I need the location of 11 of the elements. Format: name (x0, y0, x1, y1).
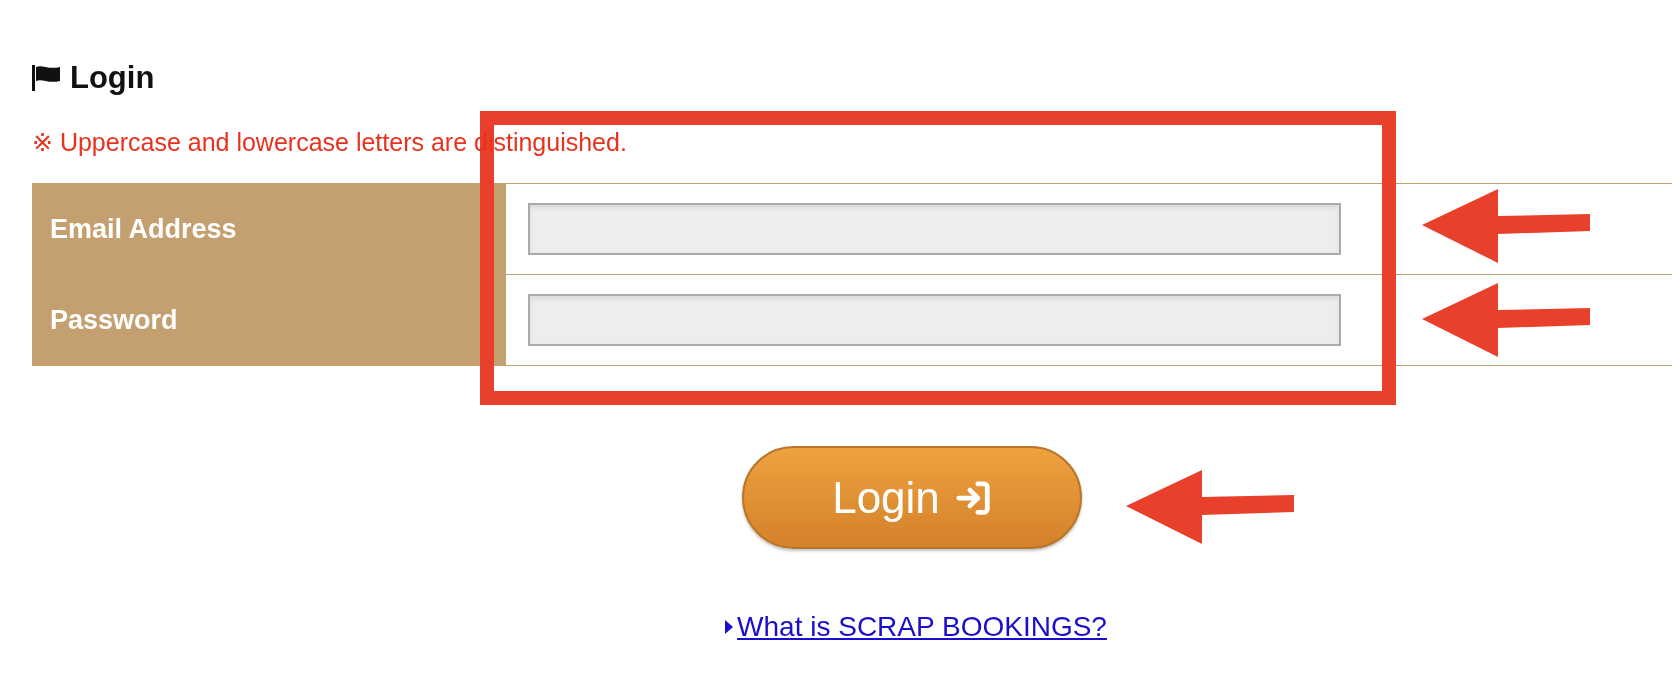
input-field[interactable] (528, 294, 1341, 346)
arrow-icon (1422, 189, 1590, 263)
field-label: Email Address (32, 184, 506, 274)
flag-icon (32, 65, 62, 91)
input-field[interactable] (528, 203, 1341, 255)
field-label: Password (32, 275, 506, 365)
triangle-icon (725, 620, 734, 634)
login-heading: Login (70, 60, 155, 96)
arrow-icon (1422, 283, 1590, 357)
arrow-icon (1126, 470, 1294, 544)
about-link[interactable]: What is SCRAP BOOKINGS? (737, 611, 1107, 643)
